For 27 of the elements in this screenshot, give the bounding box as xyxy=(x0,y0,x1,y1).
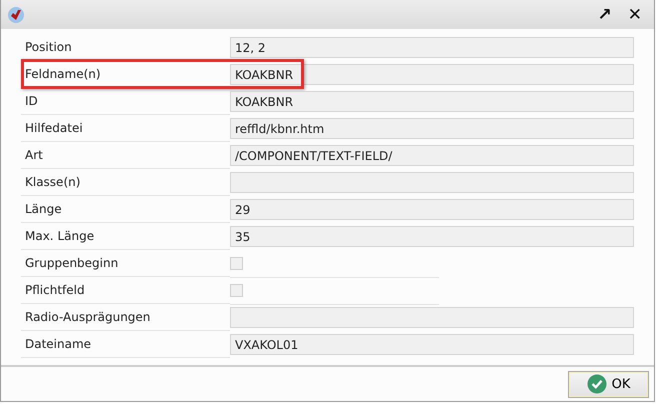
input-field[interactable]: KOAKBNR xyxy=(230,91,634,112)
field-label: Hilfedatei xyxy=(21,115,230,142)
checkbox[interactable] xyxy=(230,256,243,270)
field-label: ID xyxy=(21,88,230,116)
input-field[interactable]: VXAKOL01 xyxy=(230,334,634,356)
field-label: Gruppenbeginn xyxy=(21,250,230,278)
field-label: Art xyxy=(21,142,230,170)
field-label: Pflichtfeld xyxy=(21,277,230,304)
field-label: Länge xyxy=(21,196,230,224)
input-field[interactable]: 12, 2 xyxy=(230,37,634,58)
field-label: Dateiname xyxy=(21,331,230,358)
field-label: Klasse(n) xyxy=(21,169,230,196)
checkmark-icon xyxy=(586,374,607,394)
input-field[interactable]: KOAKBNR xyxy=(230,64,634,86)
input-field[interactable]: reffld/kbnr.htm xyxy=(230,118,634,140)
input-field[interactable] xyxy=(230,172,634,194)
ok-button[interactable]: OK xyxy=(568,370,649,398)
input-field[interactable]: 35 xyxy=(230,226,634,248)
close-button[interactable]: ✕ xyxy=(622,4,648,25)
input-field[interactable]: /COMPONENT/TEXT-FIELD/ xyxy=(230,145,634,166)
field-label: Max. Länge xyxy=(21,223,230,250)
field-label: Radio-Ausprägungen xyxy=(21,304,230,332)
maximize-button[interactable]: ↗ xyxy=(592,4,618,25)
input-field[interactable]: 29 xyxy=(230,199,634,220)
checkbox[interactable] xyxy=(230,284,243,297)
input-field[interactable] xyxy=(230,307,634,328)
app-logo-icon xyxy=(7,6,25,24)
